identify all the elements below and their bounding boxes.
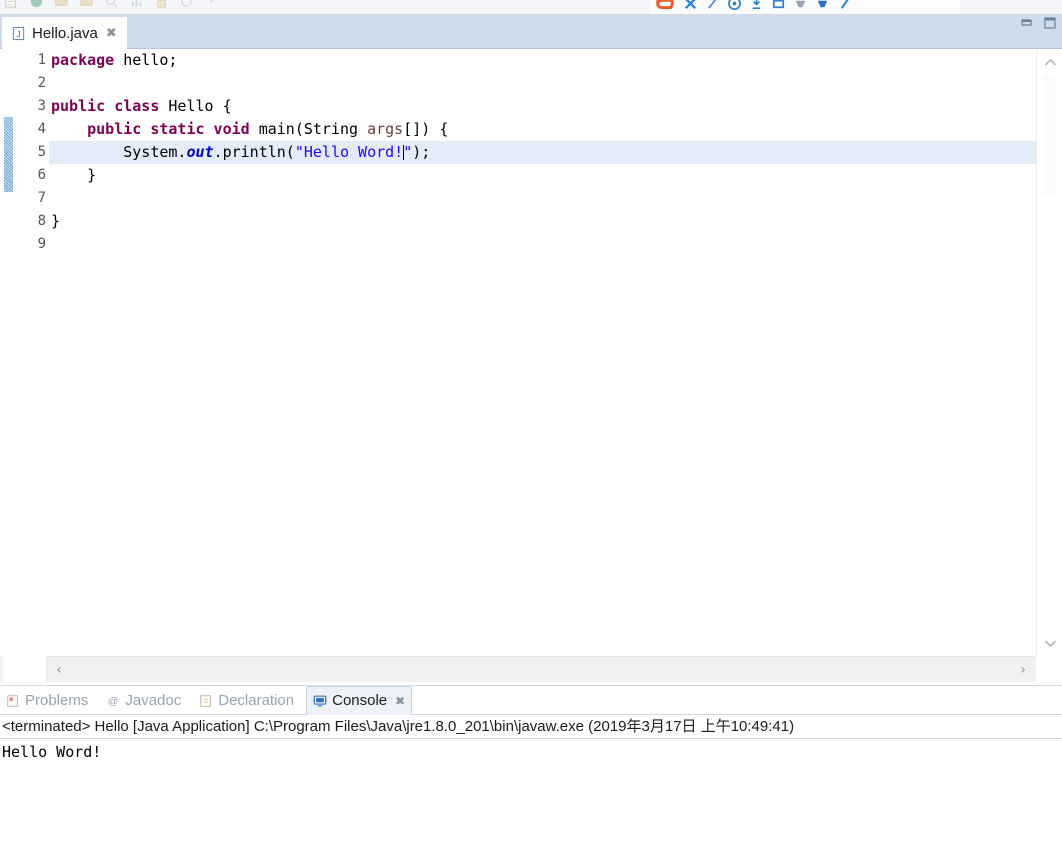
code-line[interactable]: public class Hello { [49,95,1037,118]
code-line[interactable]: public static void main(String args[]) { [49,118,1037,141]
minimize-icon[interactable] [1020,17,1034,29]
code-token: } [51,212,61,230]
export-icon[interactable] [79,0,94,9]
code-editor[interactable]: 1 2 3 4 5 6 7 8 9 package hello; public class Hel… [0,49,1062,656]
bottom-tab-declaration[interactable]: Declaration [193,686,300,715]
editor-vertical-scrollbar[interactable] [1036,49,1062,656]
bottom-tab-label: Declaration [218,692,295,709]
toolbar-left-icon-group [4,0,219,9]
browser-logo-icon[interactable] [654,0,676,14]
smiley-icon[interactable] [727,0,742,11]
editor-tab-label: Hello.java [32,25,98,42]
bottom-tab-close-icon[interactable]: ✖ [395,694,405,708]
toolbar-right-icon-group [650,0,960,14]
javadoc-icon: @ [108,695,119,707]
declaration-icon [200,694,212,707]
line-number: 8 [37,213,46,229]
code-line[interactable]: } [49,210,1037,233]
code-token: } [51,166,97,184]
svg-text:@: @ [108,695,119,707]
text-tool-icon[interactable] [683,0,698,11]
maximize-icon[interactable] [1043,17,1057,29]
toolbar-strip [0,0,1062,15]
more-icon[interactable] [204,0,219,9]
bottom-tab-label: Javadoc [125,692,182,709]
bottom-view-tab-bar: Problems @ Javadoc Declaration Console ✖ [0,686,1062,715]
fill-icon[interactable] [815,0,830,11]
scroll-thumb[interactable] [1043,75,1057,195]
code-token: "Hello Word! [294,143,404,161]
change-ruler [4,49,13,656]
svg-text:J: J [16,29,20,39]
code-token: .println( [213,143,295,161]
problems-icon [7,694,18,707]
code-token: out [186,143,214,161]
bottom-tab-console[interactable]: Console ✖ [306,686,413,715]
search-icon[interactable] [104,0,119,9]
bottom-tab-label: Problems [25,692,89,709]
line-number: 5 [37,144,46,160]
console-status-line: <terminated> Hello [Java Application] C:… [0,715,1062,739]
frame-icon[interactable] [771,0,786,11]
editor-horizontal-scrollbar[interactable]: ‹ › [46,656,1036,682]
scroll-right-button[interactable]: › [1010,657,1036,683]
code-token: public static void [87,120,250,138]
code-line[interactable]: package hello; [49,49,1037,72]
line-number: 2 [37,75,46,91]
java-file-icon: J [12,26,25,41]
code-text-area[interactable]: package hello; public class Hello { publi… [49,49,1037,656]
line-number: 9 [37,236,46,252]
code-line[interactable]: } [49,164,1037,187]
code-token: public class [51,97,160,115]
line-number: 4 [15,118,60,141]
code-token: ); [412,143,431,161]
line-number: 7 [37,190,46,206]
editor-tab-hello-java[interactable]: J Hello.java ✖ [2,17,127,49]
editor-tab-bar: J Hello.java ✖ [0,15,1062,49]
code-token: Hello { [159,97,232,115]
code-line[interactable] [49,187,1037,210]
code-token: " [403,143,413,161]
chart-icon[interactable] [129,0,144,9]
refresh-icon[interactable] [179,0,194,9]
chevron-down-icon [1044,639,1056,647]
eclipse-ide-window: J Hello.java ✖ 123456789 package hello; p… [0,0,1062,847]
window-controls [1020,17,1057,29]
scroll-up-button[interactable] [1037,49,1062,75]
save-icon[interactable] [29,0,44,9]
change-ruler-mark [4,117,13,192]
code-token: main(String [249,120,368,138]
line-number: 3 [37,98,46,114]
crop-icon[interactable] [749,0,764,11]
code-token: System. [51,143,187,161]
editor-tab-close-icon[interactable]: ✖ [106,27,117,40]
line-number: 6 [37,167,46,183]
print-icon[interactable] [54,0,69,9]
chevron-up-icon [1044,58,1056,66]
lock-icon[interactable] [154,0,169,9]
shape-icon[interactable] [793,0,808,11]
new-icon[interactable] [4,0,19,9]
code-token: args [367,120,404,138]
console-icon [313,695,327,706]
bottom-tab-problems[interactable]: Problems [0,686,94,715]
code-line[interactable]: System.out.println("Hello Word!"); [49,141,1037,164]
bottom-tab-label: Console [332,692,388,709]
code-line[interactable] [49,72,1037,95]
code-token: []) { [403,120,449,138]
pen-icon[interactable] [705,0,720,11]
code-token: package [51,51,115,69]
line-number: 1 [37,52,46,68]
bottom-tab-javadoc[interactable]: @ Javadoc [100,686,187,715]
line-number-gutter: 1 2 3 4 5 6 7 8 9 [15,49,60,656]
console-output: Hello Word! [2,743,102,761]
bottom-view-panel: Problems @ Javadoc Declaration Console ✖ <ter… [0,686,1062,847]
code-line[interactable] [49,233,1037,256]
scroll-down-button[interactable] [1037,630,1062,656]
scroll-left-button[interactable]: ‹ [46,657,72,683]
brush-icon[interactable] [837,0,852,11]
code-token: hello; [114,51,178,69]
